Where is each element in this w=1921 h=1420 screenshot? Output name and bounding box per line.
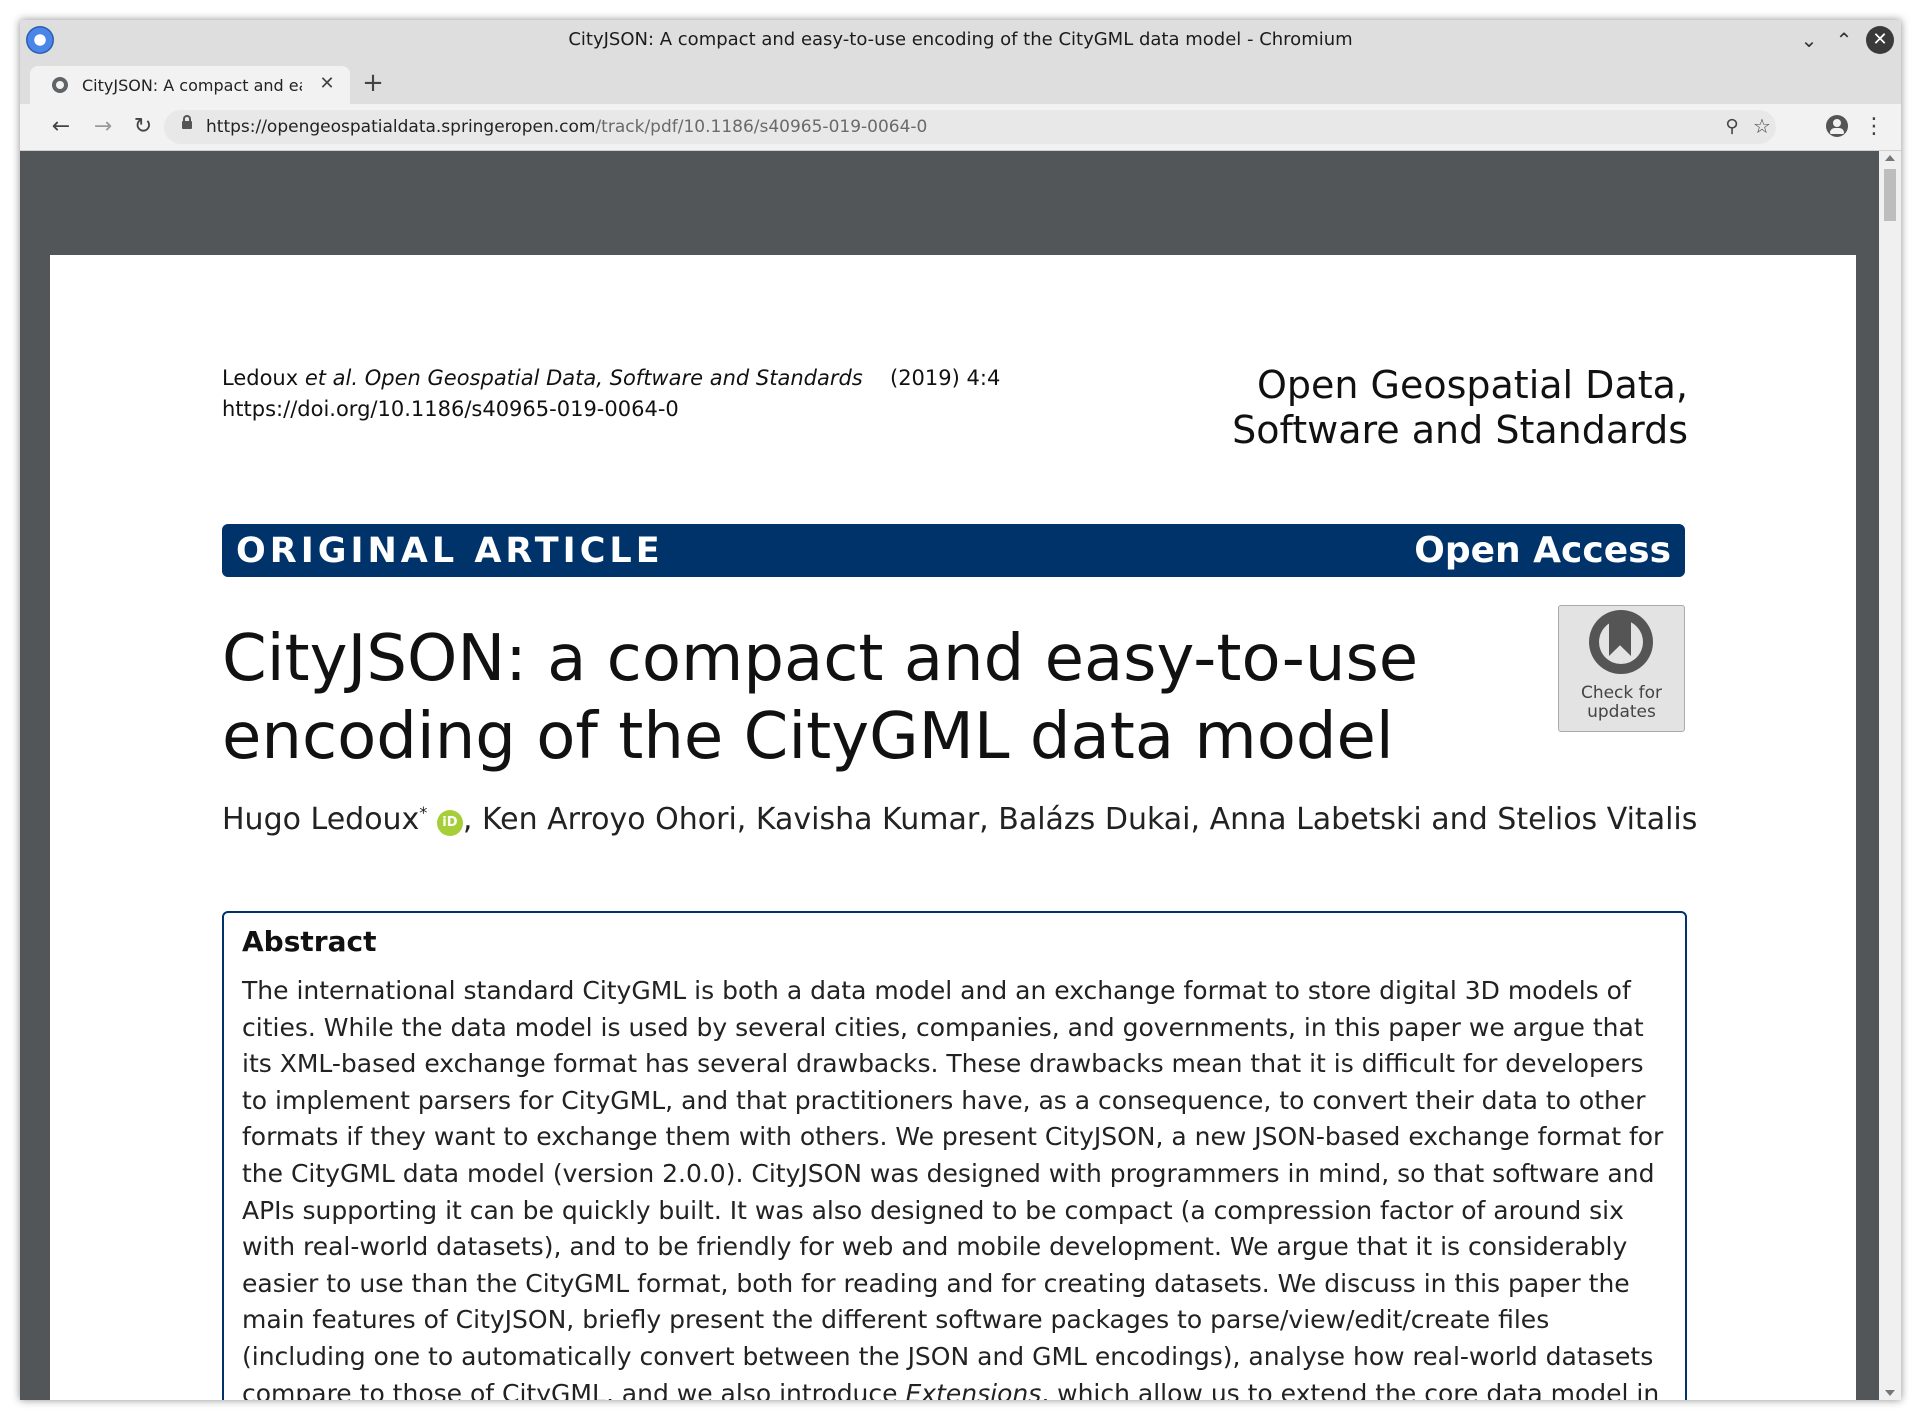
- journal-name-line1: Open Geospatial Data,: [1256, 363, 1688, 407]
- open-access-label: Open Access: [1414, 530, 1671, 571]
- abstract-body: The international standard CityGML is bo…: [242, 976, 1664, 1400]
- abstract-box: Abstract The international standard City…: [222, 911, 1687, 1400]
- check-for-updates-label: Check for updates: [1559, 684, 1684, 722]
- title-bar: CityJSON: A compact and easy-to-use enco…: [20, 20, 1901, 60]
- browser-toolbar: ← → ↻ https://opengeospatialdata.springe…: [20, 104, 1901, 151]
- pdf-page: Ledoux et al. Open Geospatial Data, Soft…: [50, 255, 1856, 1400]
- browser-window: CityJSON: A compact and easy-to-use enco…: [20, 20, 1901, 1400]
- other-authors: , Ken Arroyo Ohori, Kavisha Kumar, Baláz…: [462, 802, 1698, 837]
- url-path: /track/pdf/10.1186/s40965-019-0064-0: [595, 117, 928, 137]
- abstract-italic-term: Extensions: [905, 1378, 1042, 1400]
- minimize-button[interactable]: ⌄: [1795, 26, 1823, 54]
- tab-title: CityJSON: A compact and eas: [82, 76, 302, 95]
- forward-arrow-icon[interactable]: →: [88, 112, 118, 142]
- bookmark-ribbon-icon: [1589, 610, 1653, 674]
- author-list: Hugo Ledoux* iD, Ken Arroyo Ohori, Kavis…: [222, 802, 1697, 837]
- scrollbar-thumb[interactable]: [1884, 169, 1896, 221]
- article-type-label: ORIGINAL ARTICLE: [236, 531, 664, 571]
- url-host: https://opengeospatialdata.springeropen.…: [206, 117, 596, 137]
- citation-author: Ledoux: [222, 366, 305, 390]
- new-tab-button[interactable]: +: [358, 68, 388, 98]
- maximize-button[interactable]: ⌃: [1830, 26, 1858, 54]
- citation-etal: et al.: [304, 366, 359, 390]
- star-icon[interactable]: ☆: [1749, 113, 1775, 139]
- lock-icon[interactable]: [182, 115, 192, 129]
- check-updates-line1: Check for: [1580, 683, 1663, 703]
- tab-strip: CityJSON: A compact and eas ✕ +: [20, 60, 1901, 104]
- doi-link[interactable]: https://doi.org/10.1186/s40965-019-0064-…: [222, 394, 863, 425]
- check-updates-line2: updates: [1587, 702, 1656, 722]
- orcid-icon[interactable]: iD: [436, 810, 463, 836]
- citation-year: (2019) 4:4: [890, 366, 1001, 390]
- journal-name-line2: Software and Standards: [1232, 408, 1688, 452]
- abstract-text: The international standard CityGML is bo…: [242, 973, 1672, 1400]
- check-for-updates-badge[interactable]: Check for updates: [1558, 605, 1685, 732]
- journal-name: Open Geospatial Data, Software and Stand…: [1232, 363, 1688, 453]
- abstract-heading: Abstract: [242, 925, 377, 958]
- citation-journal: Open Geospatial Data, Software and Stand…: [358, 366, 863, 390]
- article-title-line1: CityJSON: a compact and easy-to-use: [222, 622, 1419, 696]
- address-bar[interactable]: https://opengeospatialdata.springeropen.…: [164, 110, 1776, 144]
- pdf-viewer[interactable]: Ledoux et al. Open Geospatial Data, Soft…: [20, 151, 1901, 1400]
- kebab-menu-icon[interactable]: ⋮: [1862, 112, 1886, 142]
- account-icon[interactable]: [1826, 115, 1848, 137]
- scroll-down-arrow-icon[interactable]: [1885, 1390, 1895, 1396]
- article-title: CityJSON: a compact and easy-to-use enco…: [222, 620, 1422, 776]
- corresponding-author-mark: *: [419, 803, 428, 822]
- url-text[interactable]: https://opengeospatialdata.springeropen.…: [206, 117, 927, 137]
- window-title: CityJSON: A compact and easy-to-use enco…: [568, 29, 1353, 50]
- back-arrow-icon[interactable]: ←: [46, 112, 76, 142]
- first-author: Hugo Ledoux: [222, 802, 420, 837]
- citation-block: Ledoux et al. Open Geospatial Data, Soft…: [222, 363, 1000, 425]
- close-window-button[interactable]: ✕: [1866, 26, 1894, 54]
- zoom-in-icon[interactable]: ⚲: [1719, 114, 1745, 140]
- reload-icon[interactable]: ↻: [128, 112, 158, 142]
- tab-active[interactable]: CityJSON: A compact and eas ✕: [30, 66, 350, 104]
- citation-line: Ledoux et al. Open Geospatial Data, Soft…: [222, 363, 863, 394]
- article-title-line2: encoding of the CityGML data model: [222, 700, 1394, 774]
- article-type-banner: ORIGINAL ARTICLE Open Access: [222, 524, 1685, 577]
- globe-favicon-icon: [52, 77, 68, 93]
- vertical-scrollbar[interactable]: [1879, 151, 1901, 1400]
- tab-close-icon[interactable]: ✕: [316, 73, 338, 95]
- scroll-up-arrow-icon[interactable]: [1885, 155, 1895, 161]
